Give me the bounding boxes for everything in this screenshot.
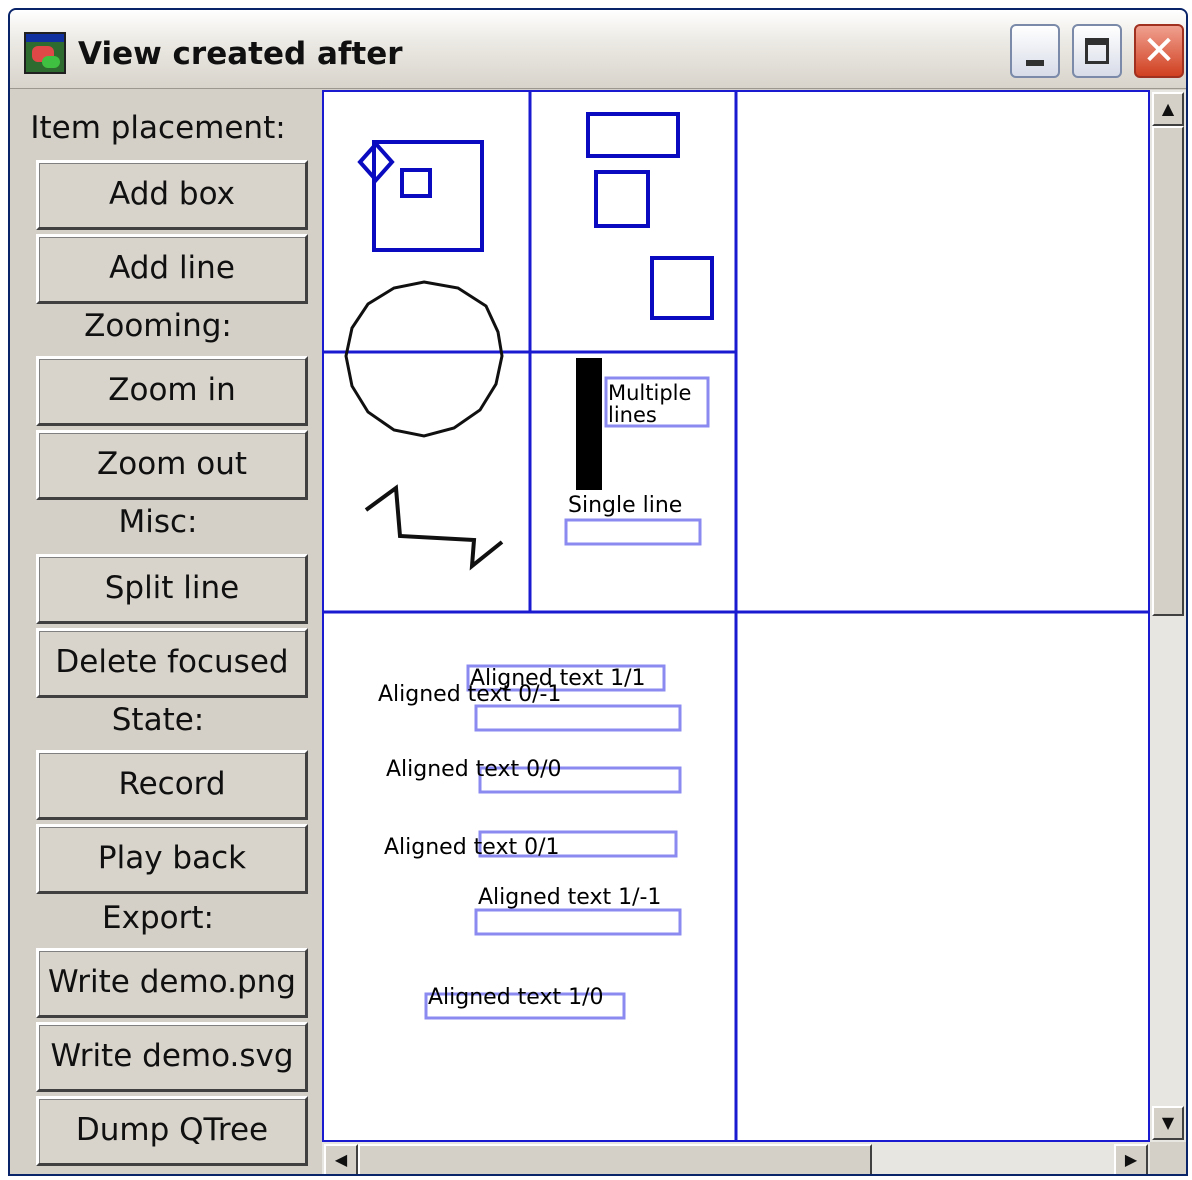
box-item[interactable] <box>586 112 680 158</box>
write-svg-button[interactable]: Write demo.svg <box>36 1022 308 1092</box>
aligned-text-1-0[interactable]: Aligned text 1/0 <box>428 985 604 1010</box>
export-label: Export: <box>102 900 214 936</box>
dump-qtree-button[interactable]: Dump QTree <box>36 1096 308 1166</box>
zigzag-line[interactable] <box>364 484 504 571</box>
horizontal-scroll-thumb[interactable] <box>358 1144 872 1174</box>
horizontal-scrollbar[interactable]: ◀ ▶ <box>322 1142 1150 1174</box>
control-panel: Item placement: Add box Add line Zooming… <box>18 92 314 1168</box>
arrow-down-icon: ▼ <box>1161 1113 1175 1132</box>
add-line-button[interactable]: Add line <box>36 234 308 304</box>
window-title: View created after <box>78 36 403 72</box>
text-box[interactable] <box>564 518 702 546</box>
box-item[interactable] <box>650 256 714 320</box>
delete-focused-button[interactable]: Delete focused <box>36 628 308 698</box>
aligned-text-0-0[interactable]: Aligned text 0/0 <box>386 757 562 782</box>
aligned-text-0-m1[interactable]: Aligned text 0/-1 <box>378 682 561 707</box>
vertical-scroll-thumb[interactable] <box>1152 126 1184 616</box>
text-box[interactable] <box>474 704 682 732</box>
box-item[interactable] <box>400 168 432 198</box>
maximize-icon <box>1085 38 1109 64</box>
scroll-left-button[interactable]: ◀ <box>324 1144 358 1174</box>
minimize-button[interactable] <box>1010 24 1060 78</box>
scrollbar-corner <box>1150 1142 1186 1174</box>
close-button[interactable]: ✕ <box>1134 24 1184 78</box>
single-line-text[interactable]: Single line <box>568 493 682 518</box>
app-icon[interactable] <box>24 32 66 74</box>
scroll-down-button[interactable]: ▼ <box>1152 1106 1184 1140</box>
scroll-up-button[interactable]: ▲ <box>1152 92 1184 126</box>
aligned-text-1-m1[interactable]: Aligned text 1/-1 <box>478 885 661 910</box>
state-label: State: <box>111 702 205 738</box>
black-bar[interactable] <box>576 358 602 490</box>
arrow-left-icon: ◀ <box>334 1150 348 1169</box>
write-png-button[interactable]: Write demo.png <box>36 948 308 1018</box>
title-bar[interactable]: View created after ✕ <box>10 10 1186 89</box>
arrow-right-icon: ▶ <box>1124 1150 1138 1169</box>
zoom-out-button[interactable]: Zoom out <box>36 430 308 500</box>
misc-label: Misc: <box>118 504 198 540</box>
minimize-icon <box>1026 60 1044 66</box>
arrow-up-icon: ▲ <box>1161 99 1175 118</box>
canvas-view[interactable]: Multiple lines Single line Aligned text … <box>322 90 1150 1142</box>
canvas-drawing[interactable]: Multiple lines Single line Aligned text … <box>324 92 1148 1140</box>
zoom-in-button[interactable]: Zoom in <box>36 356 308 426</box>
aligned-text-0-1[interactable]: Aligned text 0/1 <box>384 835 560 860</box>
box-item[interactable] <box>594 170 650 228</box>
vertical-scrollbar[interactable]: ▲ ▼ <box>1150 90 1186 1142</box>
maximize-button[interactable] <box>1072 24 1122 78</box>
zooming-label: Zooming: <box>84 308 232 344</box>
app-window: View created after ✕ Item placement: Add… <box>8 8 1188 1176</box>
play-back-button[interactable]: Play back <box>36 824 308 894</box>
split-line-button[interactable]: Split line <box>36 554 308 624</box>
add-box-button[interactable]: Add box <box>36 160 308 230</box>
record-button[interactable]: Record <box>36 750 308 820</box>
item-placement-label: Item placement: <box>30 110 286 146</box>
close-icon: ✕ <box>1142 28 1176 74</box>
text-box[interactable] <box>474 908 682 936</box>
multiple-lines-text[interactable]: Multiple <box>608 381 691 405</box>
scroll-right-button[interactable]: ▶ <box>1114 1144 1148 1174</box>
multiple-lines-text-2[interactable]: lines <box>608 403 657 427</box>
circle-item[interactable] <box>344 280 504 438</box>
